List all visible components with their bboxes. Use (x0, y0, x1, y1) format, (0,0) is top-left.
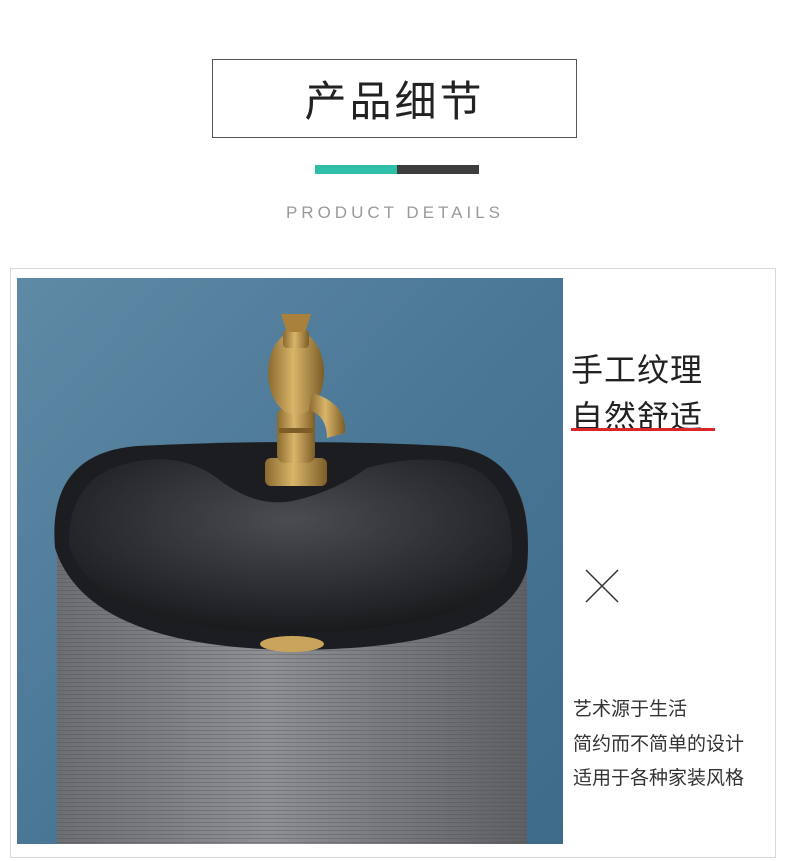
feature-headline-line2: 自然舒适 (571, 398, 704, 436)
accent-bar-dark (397, 165, 479, 174)
description-line: 简约而不简单的设计 (573, 733, 745, 755)
description-line: 艺术源于生活 (573, 698, 688, 720)
product-photo (17, 278, 563, 844)
section-title: 产品细节 (304, 77, 485, 126)
section-subtitle: PRODUCT DETAILS (285, 203, 505, 222)
accent-bar-teal (315, 165, 397, 174)
section-title-box: 产品细节 (212, 59, 577, 138)
feature-headline-line1: 手工纹理 (571, 351, 704, 389)
x-icon (584, 568, 620, 604)
headline-underline (571, 428, 715, 431)
description-line: 适用于各种家装风格 (573, 767, 745, 789)
